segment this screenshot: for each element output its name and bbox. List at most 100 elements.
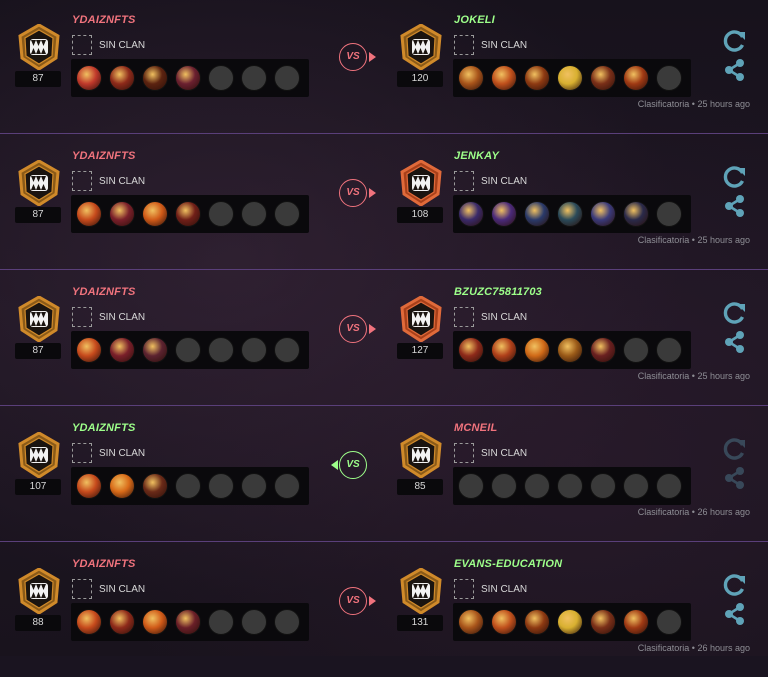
clan-emblem-placeholder <box>72 579 92 599</box>
match-type: Clasificatoria <box>637 99 690 109</box>
empty-card-slot <box>656 201 682 227</box>
league-badge-icon <box>400 431 442 479</box>
clan-label: SIN CLAN <box>99 584 146 595</box>
card-thumbnail[interactable] <box>557 609 583 635</box>
card-thumbnail[interactable] <box>491 609 517 635</box>
card-thumbnail[interactable] <box>524 337 550 363</box>
card-thumbnail[interactable] <box>142 337 168 363</box>
empty-card-slot <box>241 201 267 227</box>
time-ago: 25 hours ago <box>697 235 750 245</box>
empty-card-slot <box>274 337 300 363</box>
player-name[interactable]: YDAIZNFTS <box>72 286 136 298</box>
player-name[interactable]: YDAIZNFTS <box>72 150 136 162</box>
card-thumbnail[interactable] <box>76 609 102 635</box>
player-rating: 127 <box>397 343 443 359</box>
card-thumbnail[interactable] <box>175 609 201 635</box>
empty-card-slot <box>241 65 267 91</box>
player-name[interactable]: BZUZC75811703 <box>454 286 542 298</box>
player-rating: 87 <box>15 71 61 87</box>
player-name[interactable]: EVANS-EDUCATION <box>454 558 562 570</box>
card-thumbnail[interactable] <box>623 609 649 635</box>
clan-label: SIN CLAN <box>481 584 528 595</box>
replay-icon[interactable] <box>722 572 748 598</box>
card-thumbnail[interactable] <box>458 201 484 227</box>
card-thumbnail[interactable] <box>557 337 583 363</box>
player-name[interactable]: YDAIZNFTS <box>72 422 136 434</box>
card-thumbnail[interactable] <box>109 65 135 91</box>
card-thumbnail[interactable] <box>458 65 484 91</box>
league-badge-icon <box>400 159 442 207</box>
card-thumbnail[interactable] <box>458 337 484 363</box>
share-icon[interactable] <box>722 193 748 219</box>
card-thumbnail[interactable] <box>458 609 484 635</box>
empty-card-slot <box>208 201 234 227</box>
opponent-panel: 108 JENKAY SIN CLAN <box>392 136 712 269</box>
empty-card-slot <box>208 65 234 91</box>
card-thumbnail[interactable] <box>109 473 135 499</box>
empty-card-slot <box>458 473 484 499</box>
card-thumbnail[interactable] <box>109 201 135 227</box>
card-thumbnail[interactable] <box>76 473 102 499</box>
card-thumbnail[interactable] <box>491 337 517 363</box>
card-thumbnail[interactable] <box>557 201 583 227</box>
player-panel: 87 YDAIZNFTS SIN CLAN <box>10 272 330 405</box>
card-thumbnail[interactable] <box>491 201 517 227</box>
player-name[interactable]: JENKAY <box>454 150 499 162</box>
card-thumbnail[interactable] <box>524 65 550 91</box>
battle-row: 88 YDAIZNFTS SIN CLAN VS 131 EVANS-EDUCA… <box>0 544 768 677</box>
card-thumbnail[interactable] <box>524 609 550 635</box>
clan-label: SIN CLAN <box>99 312 146 323</box>
card-thumbnail[interactable] <box>76 337 102 363</box>
card-thumbnail[interactable] <box>142 609 168 635</box>
opponent-panel: 127 BZUZC75811703 SIN CLAN <box>392 272 712 405</box>
card-thumbnail[interactable] <box>142 201 168 227</box>
share-icon[interactable] <box>722 465 748 491</box>
card-thumbnail[interactable] <box>557 65 583 91</box>
card-lineup <box>71 603 309 641</box>
empty-card-slot <box>623 337 649 363</box>
player-name[interactable]: JOKELI <box>454 14 495 26</box>
card-thumbnail[interactable] <box>175 65 201 91</box>
card-thumbnail[interactable] <box>590 609 616 635</box>
share-icon[interactable] <box>722 601 748 627</box>
card-thumbnail[interactable] <box>76 65 102 91</box>
card-thumbnail[interactable] <box>623 65 649 91</box>
card-thumbnail[interactable] <box>175 201 201 227</box>
clan-emblem-placeholder <box>72 35 92 55</box>
card-thumbnail[interactable] <box>491 65 517 91</box>
winner-arrow-icon <box>369 188 376 198</box>
match-type: Clasificatoria <box>637 371 690 381</box>
player-panel: 87 YDAIZNFTS SIN CLAN <box>10 0 330 133</box>
card-thumbnail[interactable] <box>524 201 550 227</box>
replay-icon[interactable] <box>722 300 748 326</box>
battle-row: 87 YDAIZNFTS SIN CLAN VS 108 JENKAY SIN … <box>0 136 768 270</box>
card-thumbnail[interactable] <box>590 65 616 91</box>
card-thumbnail[interactable] <box>590 201 616 227</box>
opponent-panel: 120 JOKELI SIN CLAN <box>392 0 712 133</box>
card-thumbnail[interactable] <box>590 337 616 363</box>
empty-card-slot <box>175 473 201 499</box>
share-icon[interactable] <box>722 329 748 355</box>
card-thumbnail[interactable] <box>76 201 102 227</box>
clan-emblem-placeholder <box>454 171 474 191</box>
player-name[interactable]: YDAIZNFTS <box>72 558 136 570</box>
empty-card-slot <box>524 473 550 499</box>
card-thumbnail[interactable] <box>142 473 168 499</box>
replay-icon[interactable] <box>722 164 748 190</box>
card-thumbnail[interactable] <box>142 65 168 91</box>
replay-icon[interactable] <box>722 28 748 54</box>
player-name[interactable]: YDAIZNFTS <box>72 14 136 26</box>
card-thumbnail[interactable] <box>109 609 135 635</box>
player-name[interactable]: MCNEIL <box>454 422 497 434</box>
replay-icon[interactable] <box>722 436 748 462</box>
winner-arrow-icon <box>331 460 338 470</box>
card-thumbnail[interactable] <box>623 201 649 227</box>
clan-label: SIN CLAN <box>99 176 146 187</box>
empty-card-slot <box>491 473 517 499</box>
player-rating: 107 <box>15 479 61 495</box>
card-thumbnail[interactable] <box>109 337 135 363</box>
winner-arrow-icon <box>369 324 376 334</box>
card-lineup <box>71 195 309 233</box>
time-ago: 26 hours ago <box>697 643 750 653</box>
share-icon[interactable] <box>722 57 748 83</box>
